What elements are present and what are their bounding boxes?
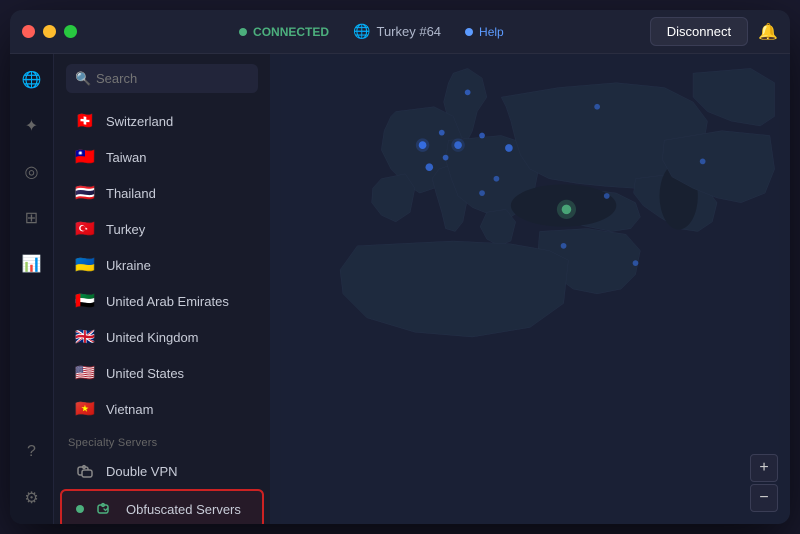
server-info: 🌐 Turkey #64 <box>353 23 441 40</box>
title-bar: CONNECTED 🌐 Turkey #64 Help Disconnect 🔔 <box>10 10 790 54</box>
zoom-out-button[interactable]: − <box>750 484 778 512</box>
specialty-section-label: Specialty Servers <box>54 427 270 453</box>
status-dot <box>239 28 247 36</box>
search-icon: 🔍 <box>75 71 91 87</box>
country-name: United States <box>106 366 184 381</box>
obfuscated-icon <box>94 498 116 520</box>
list-item[interactable]: 🇹🇷 Turkey <box>60 211 264 247</box>
country-name: Switzerland <box>106 114 173 129</box>
minimize-button[interactable] <box>43 25 56 38</box>
zoom-in-button[interactable]: + <box>750 454 778 482</box>
list-item[interactable]: 🇬🇧 United Kingdom <box>60 319 264 355</box>
country-name: Ukraine <box>106 258 151 273</box>
sidebar-icon-shield[interactable]: ✦ <box>18 112 46 140</box>
list-item-obfuscated[interactable]: Obfuscated Servers <box>60 489 264 524</box>
flag-ukraine: 🇺🇦 <box>74 254 96 276</box>
search-input[interactable] <box>66 64 258 93</box>
connection-status: CONNECTED <box>239 25 329 39</box>
sidebar: 🌐 ✦ ◎ ⊞ 📊 ? ⚙ 🔍 🇨🇭 <box>10 54 270 524</box>
sidebar-icon-stats[interactable]: 📊 <box>18 250 46 278</box>
sidebar-icon-layers[interactable]: ⊞ <box>18 204 46 232</box>
maximize-button[interactable] <box>64 25 77 38</box>
specialty-item-label: Double VPN <box>106 464 178 479</box>
traffic-lights <box>22 25 77 38</box>
map-area: + − <box>270 54 790 524</box>
country-name: Turkey <box>106 222 145 237</box>
sidebar-icon-target[interactable]: ◎ <box>18 158 46 186</box>
country-name: United Kingdom <box>106 330 199 345</box>
flag-switzerland: 🇨🇭 <box>74 110 96 132</box>
flag-turkey: 🇹🇷 <box>74 218 96 240</box>
flag-taiwan: 🇹🇼 <box>74 146 96 168</box>
map-svg <box>270 54 790 524</box>
sidebar-list: 🔍 🇨🇭 Switzerland 🇹🇼 Taiwan 🇹🇭 Thailand <box>54 54 270 524</box>
help-button[interactable]: Help <box>465 25 504 39</box>
server-name: Turkey #64 <box>376 24 441 39</box>
country-name: Thailand <box>106 186 156 201</box>
close-button[interactable] <box>22 25 35 38</box>
app-window: CONNECTED 🌐 Turkey #64 Help Disconnect 🔔… <box>10 10 790 524</box>
bell-icon[interactable]: 🔔 <box>758 22 778 42</box>
flag-vietnam: 🇻🇳 <box>74 398 96 420</box>
list-item[interactable]: 🇺🇦 Ukraine <box>60 247 264 283</box>
flag-us: 🇺🇸 <box>74 362 96 384</box>
title-actions: Disconnect 🔔 <box>650 17 778 46</box>
list-item[interactable]: 🇺🇸 United States <box>60 355 264 391</box>
country-name: United Arab Emirates <box>106 294 229 309</box>
disconnect-button[interactable]: Disconnect <box>650 17 748 46</box>
search-box: 🔍 <box>54 54 270 103</box>
sidebar-icon-globe[interactable]: 🌐 <box>18 66 46 94</box>
status-label: CONNECTED <box>253 25 329 39</box>
country-name: Vietnam <box>106 402 153 417</box>
list-item-double-vpn[interactable]: Double VPN <box>60 453 264 489</box>
sidebar-icon-help[interactable]: ? <box>18 438 46 466</box>
list-item[interactable]: 🇻🇳 Vietnam <box>60 391 264 427</box>
list-item[interactable]: 🇹🇭 Thailand <box>60 175 264 211</box>
obfuscated-status-dot <box>76 505 84 513</box>
list-item[interactable]: 🇨🇭 Switzerland <box>60 103 264 139</box>
help-dot <box>465 28 473 36</box>
help-label: Help <box>479 25 504 39</box>
country-name: Taiwan <box>106 150 146 165</box>
title-center: CONNECTED 🌐 Turkey #64 Help <box>93 23 650 40</box>
flag-thailand: 🇹🇭 <box>74 182 96 204</box>
main-content: 🌐 ✦ ◎ ⊞ 📊 ? ⚙ 🔍 🇨🇭 <box>10 54 790 524</box>
specialty-item-label: Obfuscated Servers <box>126 502 241 517</box>
list-item[interactable]: 🇦🇪 United Arab Emirates <box>60 283 264 319</box>
list-item[interactable]: 🇹🇼 Taiwan <box>60 139 264 175</box>
search-wrapper: 🔍 <box>66 64 258 93</box>
sidebar-icon-settings[interactable]: ⚙ <box>18 484 46 512</box>
sidebar-icon-rail: 🌐 ✦ ◎ ⊞ 📊 ? ⚙ <box>10 54 54 524</box>
flag-uae: 🇦🇪 <box>74 290 96 312</box>
globe-icon: 🌐 <box>353 23 370 40</box>
map-controls: + − <box>750 454 778 512</box>
double-vpn-icon <box>74 460 96 482</box>
flag-uk: 🇬🇧 <box>74 326 96 348</box>
